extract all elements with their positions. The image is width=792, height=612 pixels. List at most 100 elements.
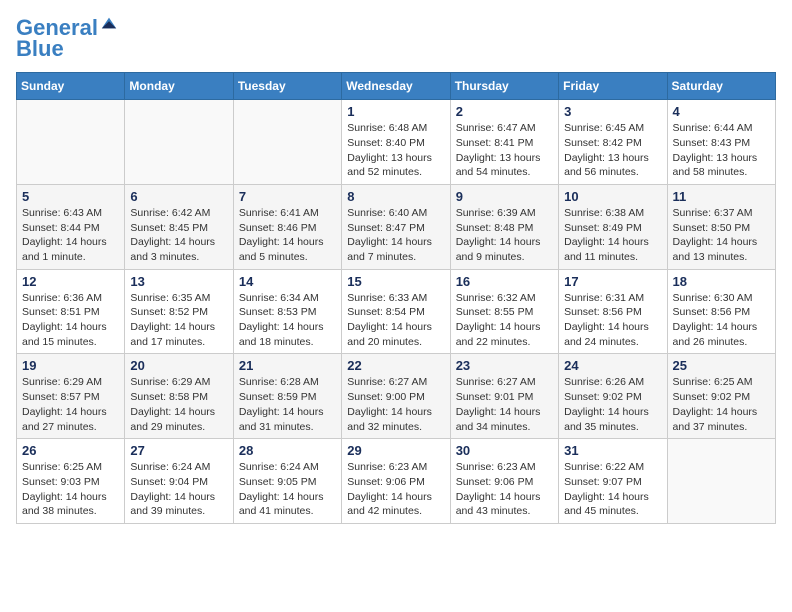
day-header-saturday: Saturday [667,73,775,100]
calendar-cell: 5 Sunrise: 6:43 AM Sunset: 8:44 PM Daylig… [17,184,125,269]
calendar-cell [233,100,341,185]
calendar-cell [17,100,125,185]
day-number: 26 [22,443,119,458]
calendar-cell [667,439,775,524]
calendar-cell: 10 Sunrise: 6:38 AM Sunset: 8:49 PM Dayli… [559,184,667,269]
calendar-cell: 6Sunrise: 6:42 AM Sunset: 8:45 PM Daylig… [125,184,233,269]
day-header-wednesday: Wednesday [342,73,450,100]
calendar-cell: 1 Sunrise: 6:48 AM Sunset: 8:40 PM Daylig… [342,100,450,185]
day-info: Sunrise: 6:39 AM Sunset: 8:48 PM Dayligh… [456,206,553,265]
calendar-cell: 14 Sunrise: 6:34 AM Sunset: 8:53 PM Dayli… [233,269,341,354]
day-number: 21 [239,358,336,373]
calendar-cell: 20Sunrise: 6:29 AM Sunset: 8:58 PM Dayli… [125,354,233,439]
day-info: Sunrise: 6:37 AM Sunset: 8:50 PM Dayligh… [673,206,770,265]
day-number: 17 [564,274,661,289]
calendar-cell: 13Sunrise: 6:35 AM Sunset: 8:52 PM Dayli… [125,269,233,354]
day-header-sunday: Sunday [17,73,125,100]
calendar-cell: 7 Sunrise: 6:41 AM Sunset: 8:46 PM Daylig… [233,184,341,269]
day-number: 18 [673,274,770,289]
day-info: Sunrise: 6:41 AM Sunset: 8:46 PM Dayligh… [239,206,336,265]
day-header-friday: Friday [559,73,667,100]
day-info: Sunrise: 6:48 AM Sunset: 8:40 PM Dayligh… [347,121,444,180]
day-info: Sunrise: 6:34 AM Sunset: 8:53 PM Dayligh… [239,291,336,350]
day-number: 8 [347,189,444,204]
day-info: Sunrise: 6:23 AM Sunset: 9:06 PM Dayligh… [347,460,444,519]
calendar-cell: 28Sunrise: 6:24 AM Sunset: 9:05 PM Dayli… [233,439,341,524]
day-info: Sunrise: 6:25 AM Sunset: 9:03 PM Dayligh… [22,460,119,519]
day-header-thursday: Thursday [450,73,558,100]
day-info: Sunrise: 6:26 AM Sunset: 9:02 PM Dayligh… [564,375,661,434]
calendar-cell: 31 Sunrise: 6:22 AM Sunset: 9:07 PM Dayli… [559,439,667,524]
day-info: Sunrise: 6:29 AM Sunset: 8:57 PM Dayligh… [22,375,119,434]
day-number: 27 [130,443,227,458]
day-number: 11 [673,189,770,204]
day-number: 24 [564,358,661,373]
day-number: 23 [456,358,553,373]
calendar-cell: 26 Sunrise: 6:25 AM Sunset: 9:03 PM Dayli… [17,439,125,524]
calendar-cell: 29 Sunrise: 6:23 AM Sunset: 9:06 PM Dayli… [342,439,450,524]
day-number: 5 [22,189,119,204]
day-number: 22 [347,358,444,373]
day-number: 25 [673,358,770,373]
day-info: Sunrise: 6:36 AM Sunset: 8:51 PM Dayligh… [22,291,119,350]
day-info: Sunrise: 6:40 AM Sunset: 8:47 PM Dayligh… [347,206,444,265]
day-info: Sunrise: 6:23 AM Sunset: 9:06 PM Dayligh… [456,460,553,519]
calendar-cell: 18 Sunrise: 6:30 AM Sunset: 8:56 PM Dayli… [667,269,775,354]
calendar-cell: 19 Sunrise: 6:29 AM Sunset: 8:57 PM Dayli… [17,354,125,439]
calendar-cell: 22 Sunrise: 6:27 AM Sunset: 9:00 PM Dayli… [342,354,450,439]
calendar-cell: 16 Sunrise: 6:32 AM Sunset: 8:55 PM Dayli… [450,269,558,354]
calendar-cell: 17Sunrise: 6:31 AM Sunset: 8:56 PM Dayli… [559,269,667,354]
day-info: Sunrise: 6:29 AM Sunset: 8:58 PM Dayligh… [130,375,227,434]
calendar-cell: 4 Sunrise: 6:44 AM Sunset: 8:43 PM Daylig… [667,100,775,185]
day-info: Sunrise: 6:27 AM Sunset: 9:00 PM Dayligh… [347,375,444,434]
day-number: 9 [456,189,553,204]
calendar-week-row: 12Sunrise: 6:36 AM Sunset: 8:51 PM Dayli… [17,269,776,354]
day-number: 2 [456,104,553,119]
day-number: 15 [347,274,444,289]
calendar-body: 1 Sunrise: 6:48 AM Sunset: 8:40 PM Daylig… [17,100,776,524]
calendar-cell: 21Sunrise: 6:28 AM Sunset: 8:59 PM Dayli… [233,354,341,439]
calendar-week-row: 1 Sunrise: 6:48 AM Sunset: 8:40 PM Daylig… [17,100,776,185]
day-number: 19 [22,358,119,373]
day-info: Sunrise: 6:27 AM Sunset: 9:01 PM Dayligh… [456,375,553,434]
day-info: Sunrise: 6:38 AM Sunset: 8:49 PM Dayligh… [564,206,661,265]
calendar-cell: 25 Sunrise: 6:25 AM Sunset: 9:02 PM Dayli… [667,354,775,439]
calendar-cell: 2Sunrise: 6:47 AM Sunset: 8:41 PM Daylig… [450,100,558,185]
calendar-week-row: 19 Sunrise: 6:29 AM Sunset: 8:57 PM Dayli… [17,354,776,439]
calendar-header-row: SundayMondayTuesdayWednesdayThursdayFrid… [17,73,776,100]
calendar-cell: 12Sunrise: 6:36 AM Sunset: 8:51 PM Dayli… [17,269,125,354]
day-info: Sunrise: 6:43 AM Sunset: 8:44 PM Dayligh… [22,206,119,265]
day-info: Sunrise: 6:32 AM Sunset: 8:55 PM Dayligh… [456,291,553,350]
day-info: Sunrise: 6:33 AM Sunset: 8:54 PM Dayligh… [347,291,444,350]
page-header: General Blue [16,16,776,62]
day-number: 28 [239,443,336,458]
day-number: 1 [347,104,444,119]
day-number: 16 [456,274,553,289]
calendar-week-row: 5 Sunrise: 6:43 AM Sunset: 8:44 PM Daylig… [17,184,776,269]
calendar-cell: 27Sunrise: 6:24 AM Sunset: 9:04 PM Dayli… [125,439,233,524]
calendar-week-row: 26 Sunrise: 6:25 AM Sunset: 9:03 PM Dayli… [17,439,776,524]
calendar-cell: 9 Sunrise: 6:39 AM Sunset: 8:48 PM Daylig… [450,184,558,269]
day-info: Sunrise: 6:45 AM Sunset: 8:42 PM Dayligh… [564,121,661,180]
day-info: Sunrise: 6:22 AM Sunset: 9:07 PM Dayligh… [564,460,661,519]
day-number: 31 [564,443,661,458]
calendar-cell: 3 Sunrise: 6:45 AM Sunset: 8:42 PM Daylig… [559,100,667,185]
logo: General Blue [16,16,118,62]
calendar-table: SundayMondayTuesdayWednesdayThursdayFrid… [16,72,776,524]
day-info: Sunrise: 6:25 AM Sunset: 9:02 PM Dayligh… [673,375,770,434]
day-number: 7 [239,189,336,204]
day-number: 29 [347,443,444,458]
day-info: Sunrise: 6:30 AM Sunset: 8:56 PM Dayligh… [673,291,770,350]
day-info: Sunrise: 6:44 AM Sunset: 8:43 PM Dayligh… [673,121,770,180]
day-number: 14 [239,274,336,289]
day-number: 6 [130,189,227,204]
calendar-cell [125,100,233,185]
day-number: 3 [564,104,661,119]
day-header-monday: Monday [125,73,233,100]
day-number: 10 [564,189,661,204]
day-number: 13 [130,274,227,289]
day-number: 4 [673,104,770,119]
calendar-cell: 30Sunrise: 6:23 AM Sunset: 9:06 PM Dayli… [450,439,558,524]
calendar-cell: 15 Sunrise: 6:33 AM Sunset: 8:54 PM Dayli… [342,269,450,354]
logo-icon [100,14,118,32]
